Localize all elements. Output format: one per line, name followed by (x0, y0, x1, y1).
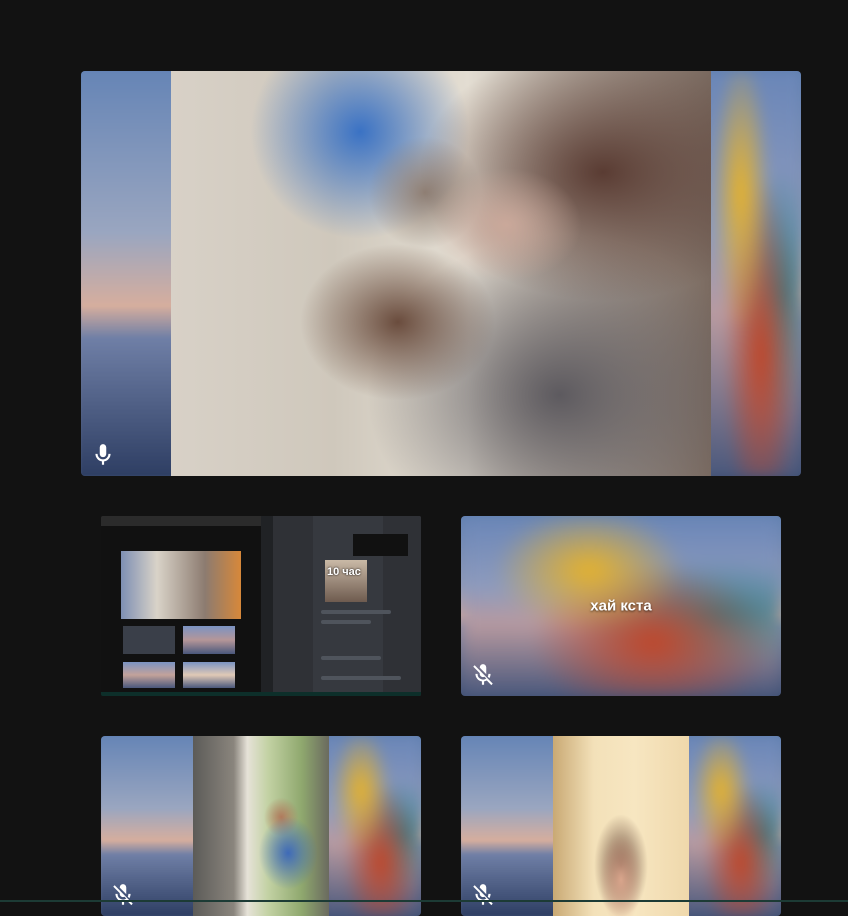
participant-video (193, 736, 329, 916)
screen-share-tile[interactable]: 10 час (101, 516, 421, 696)
mic-off-icon[interactable] (470, 882, 496, 908)
participant-tile-4[interactable] (461, 736, 781, 916)
mic-off-icon[interactable] (110, 882, 136, 908)
mic-icon[interactable] (90, 442, 116, 468)
participant-tile-2[interactable]: хай кста (461, 516, 781, 696)
mic-off-icon[interactable] (470, 662, 496, 688)
tile-background-left (81, 71, 181, 476)
participant-tile-3[interactable] (101, 736, 421, 916)
participant-video (553, 736, 689, 916)
participant-video (171, 71, 711, 476)
tile-background-right (321, 736, 421, 916)
taskbar (101, 692, 421, 696)
tile-background-right (681, 736, 781, 916)
main-video-tile[interactable] (81, 71, 801, 476)
tile-background-right (701, 71, 801, 476)
participant-name: хай кста (590, 597, 652, 615)
shared-discord-window: 10 час (261, 516, 421, 696)
shared-meme-text: 10 час (327, 566, 361, 578)
shared-browser-window (101, 516, 261, 696)
